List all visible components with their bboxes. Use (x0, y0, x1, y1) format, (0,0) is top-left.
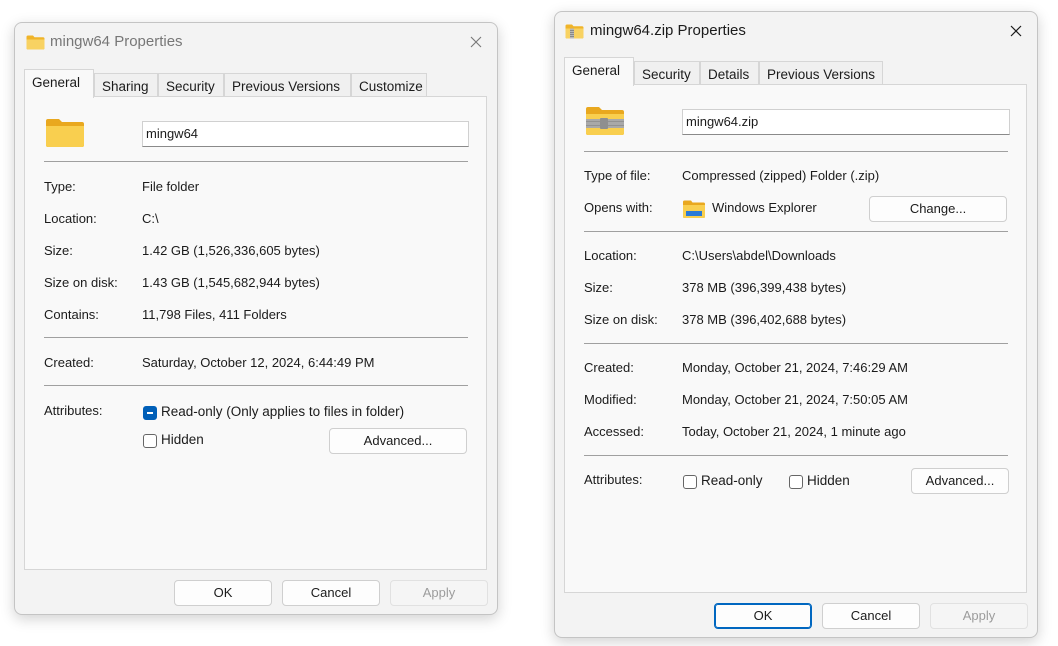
separator (584, 231, 1008, 232)
tab-customize[interactable]: Customize (351, 73, 427, 97)
apply-button[interactable]: Apply (930, 603, 1028, 629)
size-on-disk-value: 1.43 GB (1,545,682,944 bytes) (142, 275, 320, 290)
zip-folder-icon (585, 106, 625, 139)
location-value: C:\Users\abdel\Downloads (682, 248, 836, 263)
folder-properties-dialog: mingw64 Properties General Sharing Secur… (14, 22, 498, 615)
separator (584, 455, 1008, 456)
type-of-file-value: Compressed (zipped) Folder (.zip) (682, 168, 880, 183)
readonly-checkbox[interactable] (143, 406, 157, 420)
type-label: Type: (44, 179, 76, 194)
hidden-checkbox[interactable] (143, 434, 157, 448)
separator (44, 161, 468, 162)
hidden-checkbox[interactable] (789, 475, 803, 489)
advanced-button[interactable]: Advanced... (911, 468, 1009, 494)
general-panel: mingw64 Type: File folder Location: C:\ … (24, 96, 487, 570)
opens-with-value: Windows Explorer (712, 200, 817, 215)
hidden-label[interactable]: Hidden (807, 473, 850, 488)
modified-label: Modified: (584, 392, 637, 407)
type-of-file-label: Type of file: (584, 168, 651, 183)
contains-label: Contains: (44, 307, 99, 322)
created-value: Monday, October 21, 2024, 7:46:29 AM (682, 360, 908, 375)
created-label: Created: (44, 355, 94, 370)
title-bar[interactable]: mingw64.zip Properties (555, 12, 1037, 50)
location-label: Location: (584, 248, 637, 263)
location-label: Location: (44, 211, 97, 226)
separator (44, 385, 468, 386)
opens-with-label: Opens with: (584, 200, 653, 215)
separator (44, 337, 468, 338)
close-button[interactable] (998, 16, 1034, 46)
apply-button[interactable]: Apply (390, 580, 488, 606)
accessed-value: Today, October 21, 2024, 1 minute ago (682, 424, 906, 439)
title-bar[interactable]: mingw64 Properties (15, 23, 497, 61)
cancel-button[interactable]: Cancel (822, 603, 920, 629)
attributes-label: Attributes: (44, 403, 103, 418)
contains-value: 11,798 Files, 411 Folders (142, 307, 287, 322)
readonly-label[interactable]: Read-only (Only applies to files in fold… (161, 404, 404, 419)
ok-button[interactable]: OK (174, 580, 272, 606)
general-panel: mingw64.zip Type of file: Compressed (zi… (564, 84, 1027, 593)
created-value: Saturday, October 12, 2024, 6:44:49 PM (142, 355, 375, 370)
close-button[interactable] (458, 27, 494, 57)
close-icon (470, 36, 482, 48)
tab-security[interactable]: Security (158, 73, 224, 97)
size-on-disk-value: 378 MB (396,402,688 bytes) (682, 312, 847, 327)
created-label: Created: (584, 360, 634, 375)
ok-button[interactable]: OK (714, 603, 812, 629)
cancel-button[interactable]: Cancel (282, 580, 380, 606)
name-field[interactable]: mingw64.zip (682, 109, 1010, 135)
size-label: Size: (584, 280, 613, 295)
tab-general[interactable]: General (24, 69, 94, 98)
file-explorer-icon (682, 199, 706, 222)
folder-icon (26, 35, 45, 53)
tab-security[interactable]: Security (634, 61, 700, 85)
tab-previous-versions[interactable]: Previous Versions (759, 61, 883, 85)
window-title: mingw64.zip Properties (590, 22, 746, 39)
tab-sharing[interactable]: Sharing (94, 73, 158, 97)
size-value: 378 MB (396,399,438 bytes) (682, 280, 847, 295)
advanced-button[interactable]: Advanced... (329, 428, 467, 454)
size-on-disk-label: Size on disk: (44, 275, 118, 290)
accessed-label: Accessed: (584, 424, 644, 439)
name-field[interactable]: mingw64 (142, 121, 469, 147)
tab-previous-versions[interactable]: Previous Versions (224, 73, 351, 97)
tab-general[interactable]: General (564, 57, 634, 86)
zip-folder-icon (565, 24, 584, 42)
change-button[interactable]: Change... (869, 196, 1007, 222)
size-label: Size: (44, 243, 73, 258)
size-value: 1.42 GB (1,526,336,605 bytes) (142, 243, 320, 258)
separator (584, 151, 1008, 152)
zip-properties-dialog: mingw64.zip Properties General Security … (554, 11, 1038, 638)
readonly-label[interactable]: Read-only (701, 473, 763, 488)
attributes-label: Attributes: (584, 472, 643, 487)
close-icon (1010, 25, 1022, 37)
hidden-label[interactable]: Hidden (161, 432, 204, 447)
separator (584, 343, 1008, 344)
type-value: File folder (142, 179, 200, 194)
readonly-checkbox[interactable] (683, 475, 697, 489)
tab-details[interactable]: Details (700, 61, 759, 85)
folder-icon (45, 118, 85, 151)
modified-value: Monday, October 21, 2024, 7:50:05 AM (682, 392, 908, 407)
size-on-disk-label: Size on disk: (584, 312, 658, 327)
window-title: mingw64 Properties (50, 33, 183, 50)
location-value: C:\ (142, 211, 159, 226)
